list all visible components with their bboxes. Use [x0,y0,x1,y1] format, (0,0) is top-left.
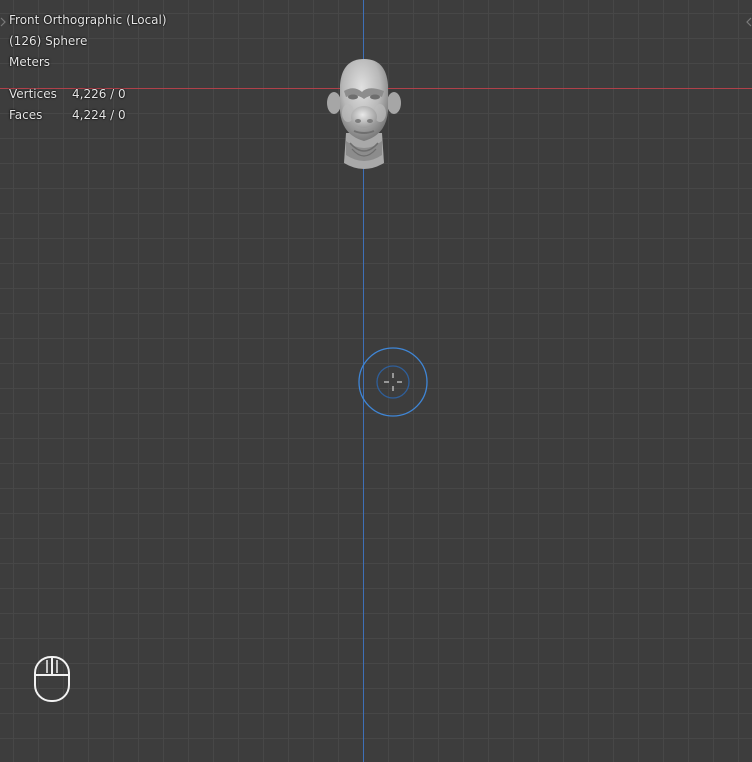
3d-viewport[interactable]: Front Orthographic (Local) (126) Sphere … [0,0,752,762]
stats-label: Vertices [9,87,57,101]
chevron-right-icon[interactable] [744,15,752,29]
mouse-icon [34,656,70,702]
sculpt-mesh[interactable] [322,55,406,177]
object-info: (126) Sphere [9,34,88,48]
viewport-info-overlay: Front Orthographic (Local) (126) Sphere … [9,10,167,126]
units-label: Meters [9,55,51,69]
stats-row-faces: Faces 4,224 / 0 [9,105,167,126]
stats-value: 4,226 / 0 [72,87,126,101]
3d-cursor-icon[interactable] [357,346,429,418]
stats-value: 4,224 / 0 [72,108,126,122]
view-name: Front Orthographic (Local) [9,13,167,27]
stats-row-vertices: Vertices 4,226 / 0 [9,84,167,105]
stats-label: Faces [9,108,43,122]
chevron-left-icon[interactable] [0,15,8,29]
overlay-spacer [9,73,167,84]
